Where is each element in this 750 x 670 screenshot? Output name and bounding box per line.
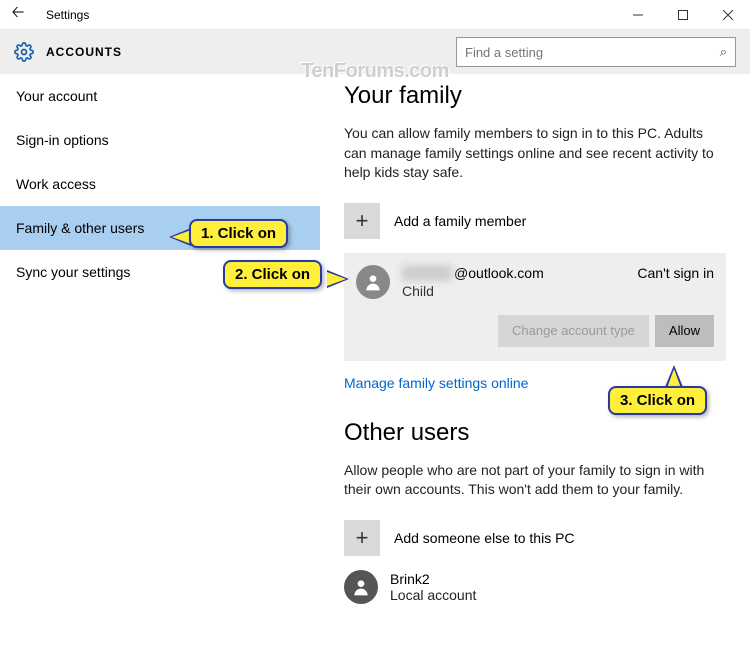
manage-family-link[interactable]: Manage family settings online [344, 375, 528, 391]
title-bar: 🡠 Settings [0, 0, 750, 30]
plus-icon: + [344, 520, 380, 556]
back-button[interactable]: 🡠 [8, 5, 28, 25]
sidebar-item-sign-in-options[interactable]: Sign-in options [0, 118, 320, 162]
add-other-user-button[interactable]: + Add someone else to this PC [344, 520, 726, 556]
your-family-description: You can allow family members to sign in … [344, 124, 726, 183]
header-bar: ACCOUNTS ⌕ [0, 30, 750, 74]
sidebar-item-family-other-users[interactable]: Family & other users [0, 206, 320, 250]
gear-icon [14, 42, 34, 62]
change-account-type-button: Change account type [498, 315, 649, 347]
avatar-icon [356, 265, 390, 299]
other-users-description: Allow people who are not part of your fa… [344, 461, 726, 500]
your-family-title: Your family [344, 82, 726, 110]
other-user-row[interactable]: Brink2 Local account [344, 570, 726, 604]
add-other-label: Add someone else to this PC [394, 530, 575, 546]
member-status: Can't sign in [637, 265, 714, 281]
maximize-button[interactable] [660, 0, 705, 30]
sidebar: Your account Sign-in options Work access… [0, 74, 320, 670]
member-role: Child [402, 283, 714, 299]
sidebar-item-your-account[interactable]: Your account [0, 74, 320, 118]
allow-button[interactable]: Allow [655, 315, 714, 347]
close-button[interactable] [705, 0, 750, 30]
content-area: Your family You can allow family members… [320, 74, 750, 670]
member-email: hidden@outlook.com [402, 265, 544, 281]
sidebar-item-work-access[interactable]: Work access [0, 162, 320, 206]
callout-tail [172, 230, 191, 244]
add-family-label: Add a family member [394, 213, 526, 229]
avatar-icon [344, 570, 378, 604]
plus-icon: + [344, 203, 380, 239]
window-title: Settings [46, 8, 89, 22]
search-icon: ⌕ [720, 44, 727, 60]
add-family-member-button[interactable]: + Add a family member [344, 203, 726, 239]
window-controls [615, 0, 750, 30]
other-user-name: Brink2 [390, 571, 476, 587]
other-users-title: Other users [344, 419, 726, 447]
search-box[interactable]: ⌕ [456, 37, 736, 67]
callout-tail [667, 369, 681, 388]
other-user-type: Local account [390, 587, 476, 603]
callout-tail [327, 272, 346, 286]
sidebar-item-sync-settings[interactable]: Sync your settings [0, 250, 320, 294]
search-input[interactable] [465, 45, 705, 60]
header-title: ACCOUNTS [46, 45, 122, 59]
minimize-button[interactable] [615, 0, 660, 30]
family-member-panel[interactable]: hidden@outlook.com Can't sign in Child C… [344, 253, 726, 361]
